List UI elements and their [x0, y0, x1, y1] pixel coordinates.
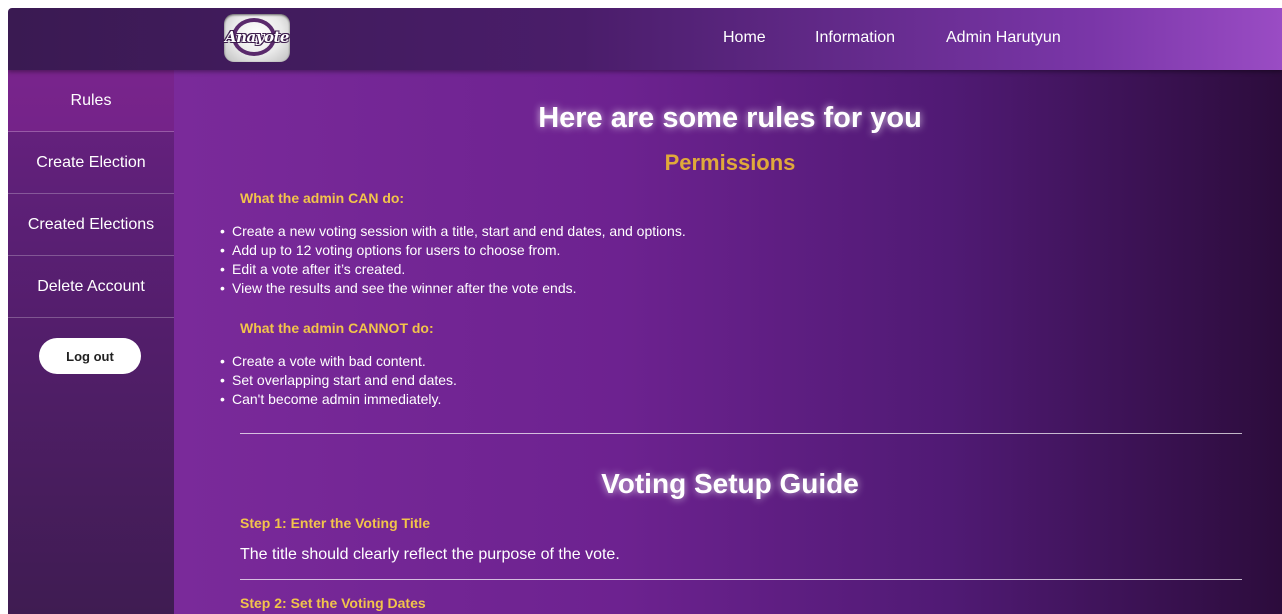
list-item: View the results and see the winner afte…: [220, 279, 686, 298]
sidebar-item-label: Created Elections: [27, 215, 155, 233]
anayote-logo[interactable]: Anayote: [224, 14, 290, 62]
logo-text: Anayote: [225, 28, 289, 46]
nav-admin-profile[interactable]: Admin Harutyun: [946, 29, 1061, 47]
rules-content: Here are some rules for you Permissions …: [174, 70, 1282, 614]
guide-title: Voting Setup Guide: [601, 468, 859, 499]
top-header: Anayote Home Information Admin Harutyun: [8, 8, 1282, 70]
page-title: Here are some rules for you: [538, 102, 922, 134]
permissions-heading: Permissions: [664, 150, 796, 175]
sidebar: Rules Create Election Created Elections …: [8, 70, 174, 614]
list-item: Edit a vote after it’s created.: [220, 260, 686, 279]
sidebar-item-rules[interactable]: Rules: [8, 70, 174, 132]
cannot-heading: What the admin CANNOT do:: [240, 320, 434, 336]
can-heading: What the admin CAN do:: [240, 190, 405, 206]
step1-heading: Step 1: Enter the Voting Title: [240, 515, 431, 531]
cannot-list: Create a vote with bad content. Set over…: [220, 352, 457, 409]
list-item: Set overlapping start and end dates.: [220, 371, 457, 390]
step-divider: [240, 579, 1242, 580]
nav-information[interactable]: Information: [815, 29, 895, 47]
sidebar-item-created-elections[interactable]: Created Elections: [8, 194, 174, 256]
logout-button[interactable]: Log out: [39, 338, 141, 374]
app-window: Anayote Home Information Admin Harutyun …: [8, 8, 1282, 614]
sidebar-item-delete-account[interactable]: Delete Account: [8, 256, 174, 318]
can-list: Create a new voting session with a title…: [220, 222, 686, 298]
nav-home[interactable]: Home: [723, 29, 766, 47]
list-item: Can't become admin immediately.: [220, 390, 457, 409]
list-item: Create a vote with bad content.: [220, 352, 457, 371]
section-divider: [240, 433, 1242, 434]
list-item: Add up to 12 voting options for users to…: [220, 241, 686, 260]
step2-heading: Step 2: Set the Voting Dates: [240, 595, 426, 611]
sidebar-item-label: Delete Account: [37, 277, 145, 295]
sidebar-item-label: Rules: [70, 91, 112, 109]
sidebar-item-label: Create Election: [36, 153, 146, 171]
step1-text: The title should clearly reflect the pur…: [240, 546, 620, 563]
sidebar-item-create-election[interactable]: Create Election: [8, 132, 174, 194]
list-item: Create a new voting session with a title…: [220, 222, 686, 241]
